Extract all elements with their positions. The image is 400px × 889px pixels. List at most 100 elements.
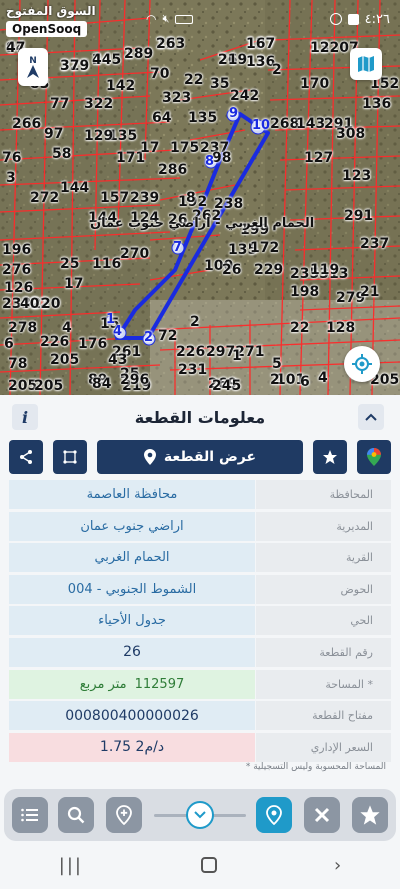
vertex-label: 9 [229,106,239,121]
village-value: الحمام الغربي [9,543,255,573]
parcel-number-label: 379 [60,58,90,74]
parcel-number-label: 84 [92,376,112,392]
favorite-button[interactable] [313,440,347,474]
parcel-number-label: 97 [44,126,64,142]
parcel-number-label: 44 [92,52,112,68]
parcel-number-label: 176 [78,336,108,352]
google-maps-button[interactable] [357,440,391,474]
whatsapp-icon [329,13,342,25]
parcel-number-label: 323 [162,90,192,106]
search-button[interactable] [58,797,94,833]
svg-text:N: N [29,56,37,66]
polygon-button[interactable] [53,440,87,474]
back-icon[interactable]: › [334,855,341,876]
map-layers-button[interactable] [350,48,382,80]
parcel-number-label: 76 [2,150,22,166]
google-maps-icon [367,448,381,466]
brand-arabic: السوق المفتوح [6,4,96,18]
parcel-number-label: 196 [2,242,32,258]
location-pin-icon [266,805,282,825]
parcel-number-label: 21 [360,284,380,300]
chevron-down-icon [194,811,206,819]
village-label: القرية [256,543,391,573]
parcel-number-label: 237 [360,236,390,252]
parcel-number-value: 26 [9,637,255,667]
locate-me-button[interactable] [344,346,380,382]
polygon-icon [63,450,77,464]
parcel-number-label: 2 [270,372,280,388]
system-nav-bar: ||| › [0,841,400,889]
parcel-number-label: 64 [152,110,172,126]
parcel-number-label: 26 [156,36,176,52]
parcel-number-label: 3 [6,170,16,186]
notification-icon [347,13,359,25]
list-button[interactable] [12,797,48,833]
parcel-number-label: 205 [50,352,80,368]
parcel-number-label: 17 [140,140,160,156]
parcel-number-label: 266 [12,116,42,132]
directorate-value: اراضي جنوب عمان [9,511,255,541]
show-parcel-button[interactable]: عرض القطعة [97,440,303,474]
row-neighborhood: جدول الأحياء الحي [9,606,391,636]
parcel-number-label: 219 [218,52,248,68]
recents-icon[interactable]: ||| [59,855,83,876]
sheet-header: i معلومات القطعة [0,396,400,438]
vertex-label: 4 [113,324,123,339]
wifi-icon: ◠ [146,12,157,26]
search-icon [67,806,85,824]
parcel-number-label: 170 [300,76,330,92]
map-view[interactable]: 94 137 13207 123 325 245 189 76 136 2 70 22 35 170 152… [0,0,400,395]
home-icon[interactable] [200,857,217,873]
parcel-number-label: 5 [272,356,282,372]
slider-thumb[interactable] [186,801,214,829]
favorites-button[interactable] [352,797,388,833]
vertex-label: 10 [252,118,271,133]
compass-button[interactable]: N [18,48,48,86]
parcel-number-label: 322 [84,96,114,112]
admin-price-label: السعر الإداري [256,732,391,762]
collapse-button[interactable] [358,404,384,430]
compass-icon: N [27,56,39,78]
location-button[interactable] [256,797,292,833]
parcel-number-label: 229 [254,262,284,278]
governorate-label: المحافظة [256,480,391,509]
parcel-number-label: 77 [50,96,70,112]
ruler-cross-icon [314,807,330,823]
parcel-number-label: 226 [176,344,206,360]
parcel-number-label: 238 [214,196,244,212]
parcel-number-label: 276 [2,262,32,278]
parcel-number-label: 172 [250,240,280,256]
parcel-number-label: 167 [246,36,276,52]
neighborhood-value: جدول الأحياء [9,606,255,636]
parcel-number-label: 135 [188,110,218,126]
parcel-number-label: 126 [4,280,34,296]
measure-button[interactable] [304,797,340,833]
parcel-number-label: 136 [362,96,392,112]
bottom-toolbar [0,785,400,841]
parcel-number-label: 6 [300,374,310,390]
parcel-number-label: 175 [170,140,200,156]
parcel-number-label: 286 [158,162,188,178]
parcel-number-label: 26 [222,262,242,278]
area-value-cell: متر مربع 112597 [9,669,255,699]
add-location-button[interactable] [106,797,142,833]
parcel-number-label: 143 [296,116,326,132]
parcel-number-label: 6 [4,336,14,352]
parcel-number-label: 40 [20,296,40,312]
row-parcel-number: 26 رقم القطعة [9,637,391,667]
parcel-number-label: 128 [326,320,356,336]
parcel-number-label: 205 [34,378,64,394]
parcel-number-label: 12 [310,40,330,56]
brand-watermark: السوق المفتوح OpenSooq [6,4,96,37]
show-parcel-label: عرض القطعة [163,449,257,465]
area-unit: متر مربع [79,676,127,692]
parcel-number-label: 278 [8,320,38,336]
share-button[interactable] [9,440,43,474]
map-icon [358,56,374,72]
action-bar: عرض القطعة [0,440,400,480]
share-icon [20,450,32,464]
parcel-info-sheet: i معلومات القطعة عرض القطعة محافظة العاص… [0,396,400,836]
parcel-number-label: 127 [304,150,334,166]
row-village: الحمام الغربي القرية [9,543,391,573]
info-button[interactable]: i [12,404,38,430]
